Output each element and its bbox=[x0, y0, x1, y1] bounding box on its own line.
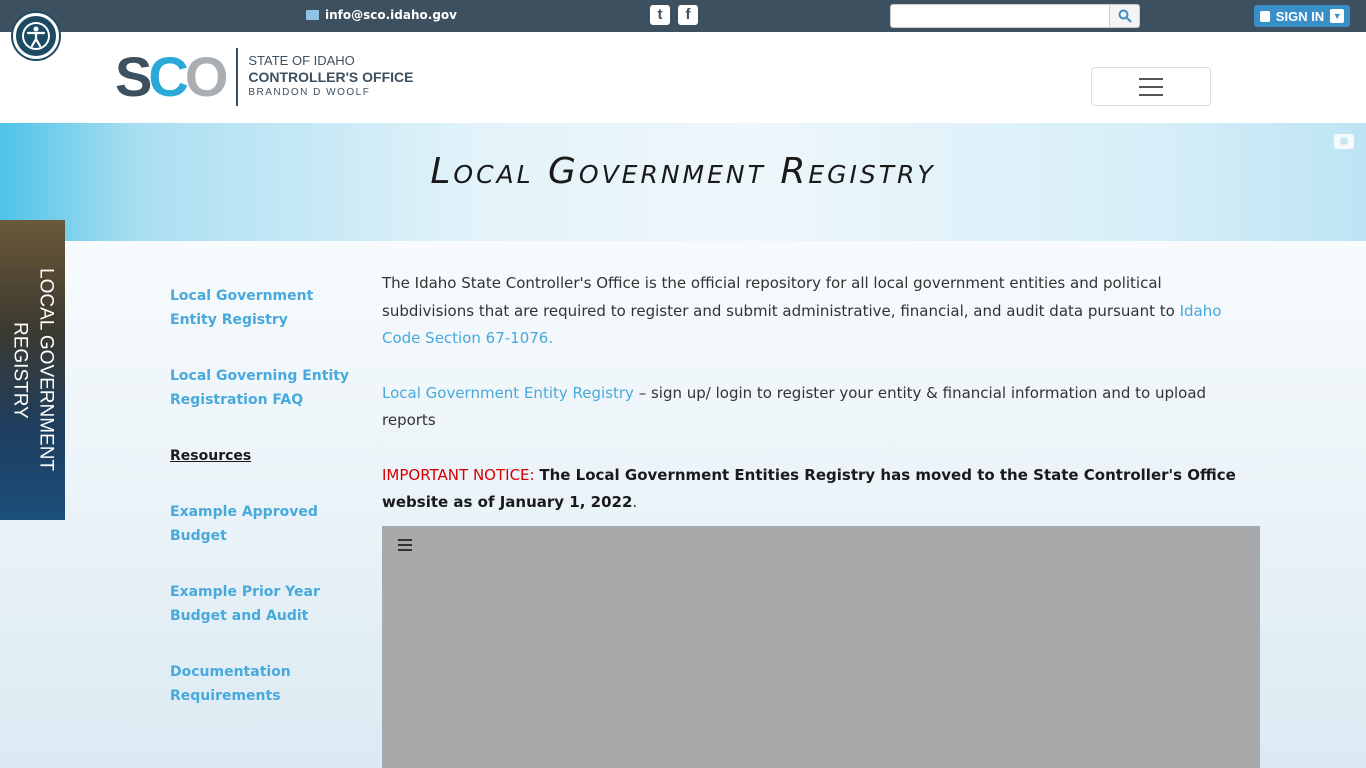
hamburger-icon-line bbox=[1139, 93, 1163, 96]
search-input[interactable] bbox=[890, 4, 1110, 28]
logo-line-office: CONTROLLER'S OFFICE bbox=[248, 69, 414, 85]
search-button[interactable] bbox=[1110, 4, 1140, 28]
email-link[interactable]: info@sco.idaho.gov bbox=[306, 8, 457, 22]
viewer-menu-icon[interactable] bbox=[398, 539, 412, 551]
hamburger-icon bbox=[1139, 77, 1163, 80]
accessibility-icon bbox=[22, 22, 50, 50]
hamburger-icon-line bbox=[1139, 85, 1163, 88]
main-content: The Idaho State Controller's Office is t… bbox=[382, 270, 1242, 544]
registry-paragraph: Local Government Entity Registry – sign … bbox=[382, 380, 1242, 435]
intro-paragraph: The Idaho State Controller's Office is t… bbox=[382, 270, 1242, 353]
sidenav-item-prior-year-budget[interactable]: Example Prior Year Budget and Audit bbox=[170, 580, 360, 628]
sign-in-button[interactable]: SIGN IN ▼ bbox=[1254, 5, 1350, 27]
sidenav-item-example-budget[interactable]: Example Approved Budget bbox=[170, 500, 360, 548]
sidenav-item-documentation[interactable]: Documentation Requirements bbox=[170, 660, 360, 708]
embedded-viewer[interactable] bbox=[382, 526, 1260, 768]
logo-line-state: STATE OF IDAHO bbox=[248, 53, 355, 68]
menu-line bbox=[398, 544, 412, 546]
logo-line-name: BRANDON D WOOLF bbox=[248, 87, 371, 98]
sidenav-item-resources[interactable]: Resources bbox=[170, 444, 360, 468]
side-tab-registry[interactable]: LOCAL GOVERNMENT REGISTRY bbox=[0, 220, 65, 520]
side-tab-label: LOCAL GOVERNMENT REGISTRY bbox=[9, 268, 57, 472]
chevron-down-icon: ▼ bbox=[1330, 9, 1345, 23]
facebook-icon[interactable]: f bbox=[678, 5, 698, 25]
logo-text: STATE OF IDAHO CONTROLLER'S OFFICE BRAND… bbox=[248, 53, 413, 101]
site-header: SCO STATE OF IDAHO CONTROLLER'S OFFICE B… bbox=[0, 32, 1366, 123]
twitter-icon[interactable]: t bbox=[650, 5, 670, 25]
page-banner: Local Government Registry bbox=[0, 123, 1366, 241]
lock-icon bbox=[1259, 10, 1270, 22]
top-utility-bar: info@sco.idaho.gov t f SIGN IN ▼ bbox=[0, 0, 1366, 32]
logo-letter-c: C bbox=[148, 45, 189, 108]
sign-in-label: SIGN IN bbox=[1275, 8, 1325, 24]
site-logo[interactable]: SCO STATE OF IDAHO CONTROLLER'S OFFICE B… bbox=[115, 47, 413, 107]
logo-letter-o: O bbox=[184, 45, 229, 108]
logo-letter-s: S bbox=[115, 45, 152, 108]
notice-label: IMPORTANT NOTICE: bbox=[382, 465, 540, 484]
notice-paragraph: IMPORTANT NOTICE: The Local Government E… bbox=[382, 462, 1242, 517]
logo-divider bbox=[236, 48, 239, 106]
registry-link[interactable]: Local Government Entity Registry bbox=[382, 384, 634, 402]
search-icon bbox=[1118, 9, 1132, 23]
menu-toggle-button[interactable] bbox=[1091, 67, 1211, 106]
intro-text: The Idaho State Controller's Office is t… bbox=[382, 274, 1180, 320]
search-form bbox=[890, 4, 1140, 28]
social-links: t f bbox=[650, 5, 698, 25]
camera-icon[interactable] bbox=[1334, 134, 1354, 149]
sidenav-item-registration-faq[interactable]: Local Governing Entity Registration FAQ bbox=[170, 364, 360, 412]
page-title: Local Government Registry bbox=[430, 151, 936, 192]
menu-line bbox=[398, 539, 412, 541]
menu-line bbox=[398, 549, 412, 551]
logo-mark: SCO bbox=[115, 45, 229, 108]
email-text: info@sco.idaho.gov bbox=[325, 8, 457, 22]
sidenav-item-entity-registry[interactable]: Local Government Entity Registry bbox=[170, 284, 360, 332]
notice-end: . bbox=[632, 493, 638, 511]
mail-icon bbox=[306, 10, 319, 20]
accessibility-button[interactable] bbox=[13, 13, 59, 59]
